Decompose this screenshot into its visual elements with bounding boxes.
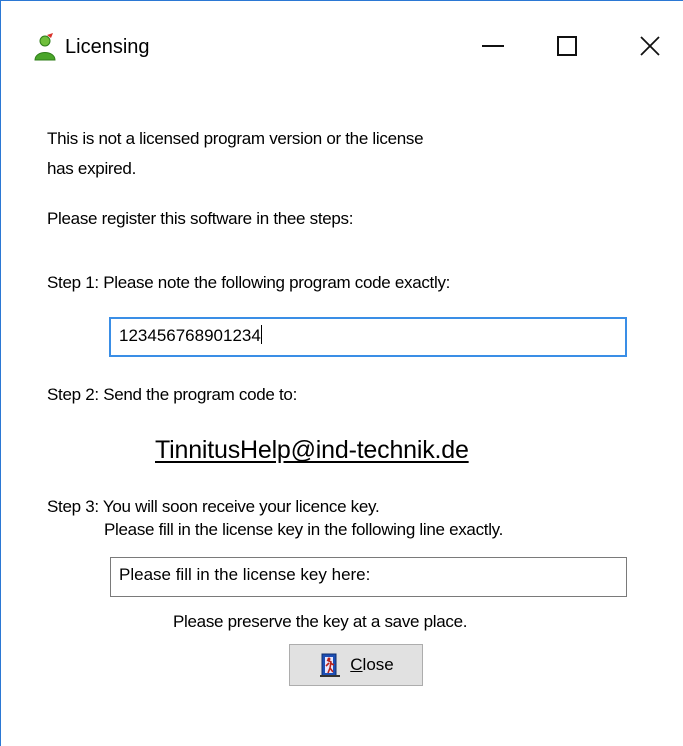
step1-label: Step 1: Please note the following progra… bbox=[47, 273, 451, 292]
program-code-field[interactable]: 123456768901234 bbox=[109, 317, 627, 357]
license-key-input[interactable]: Please fill in the license key here: bbox=[110, 557, 627, 597]
preserve-note: Please preserve the key at a save place. bbox=[173, 612, 468, 631]
email-link[interactable]: TinnitusHelp@ind-technik.de bbox=[155, 433, 469, 467]
license-key-value: Please fill in the license key here: bbox=[119, 565, 371, 584]
close-x-icon bbox=[640, 36, 660, 56]
intro-line-2: has expired. bbox=[47, 159, 137, 178]
minimize-icon bbox=[482, 45, 504, 47]
licensing-dialog: Licensing This is not a licensed program… bbox=[0, 0, 683, 746]
user-green-icon bbox=[34, 33, 56, 61]
close-label-rest: lose bbox=[362, 655, 394, 674]
close-button-label: Close bbox=[350, 655, 393, 675]
intro-line-3: Please register this software in thee st… bbox=[47, 209, 354, 228]
minimize-button[interactable] bbox=[461, 23, 525, 69]
close-mnemonic: C bbox=[350, 655, 363, 674]
title-bar[interactable]: Licensing bbox=[1, 1, 683, 91]
close-window-button[interactable] bbox=[618, 23, 682, 69]
intro-line-1: This is not a licensed program version o… bbox=[47, 129, 424, 148]
text-caret bbox=[260, 325, 262, 344]
door-exit-icon bbox=[320, 653, 341, 677]
program-code-value: 123456768901234 bbox=[119, 326, 261, 345]
maximize-button[interactable] bbox=[535, 23, 599, 69]
close-button[interactable]: Close bbox=[289, 644, 423, 686]
step3-line-2: Please fill in the license key in the fo… bbox=[104, 520, 504, 539]
step2-label: Step 2: Send the program code to: bbox=[47, 385, 297, 404]
step3-line-1: Step 3: You will soon receive your licen… bbox=[47, 497, 380, 516]
window-title: Licensing bbox=[65, 36, 150, 58]
maximize-icon bbox=[557, 36, 577, 56]
